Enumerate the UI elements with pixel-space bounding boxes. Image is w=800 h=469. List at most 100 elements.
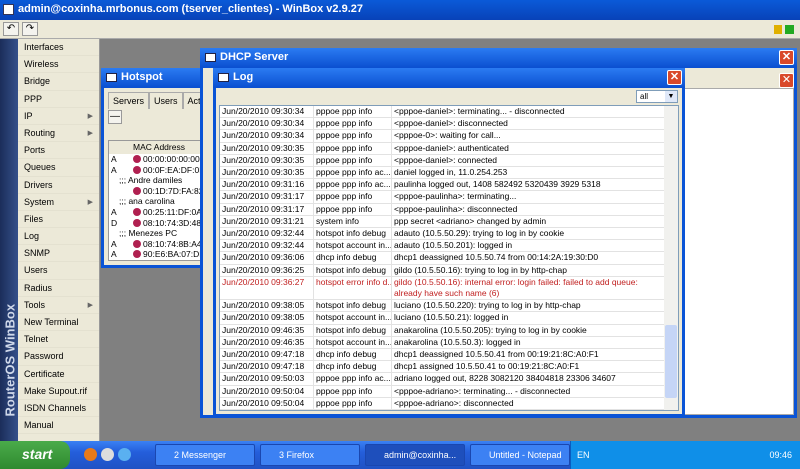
host-icon: [133, 155, 141, 163]
log-row[interactable]: Jun/20/2010 09:46:35 hotspot account in..…: [220, 336, 678, 350]
app-title: admin@coxinha.mrbonus.com (tserver_clien…: [18, 3, 364, 15]
sidebar-item-radius[interactable]: Radius: [18, 280, 99, 297]
sidebar-item-interfaces[interactable]: Interfaces: [18, 39, 99, 57]
taskbar-messenger[interactable]: 2 Messenger: [155, 444, 255, 466]
log-row[interactable]: Jun/20/2010 09:30:34 pppoe ppp info <pppoe…: [220, 130, 678, 143]
log-row[interactable]: Jun/20/2010 09:30:35 pppoe ppp info <pppoe…: [220, 142, 678, 155]
sidebar-item-system[interactable]: System ▶: [18, 194, 99, 211]
row-flag: A: [111, 164, 117, 175]
log-row[interactable]: Jun/20/2010 09:30:34 pppoe ppp info <pppoe…: [220, 106, 678, 119]
log-row[interactable]: Jun/20/2010 09:30:34 pppoe ppp info <pppoe…: [220, 118, 678, 131]
log-row[interactable]: Jun/20/2010 09:50:03 pppoe ppp info ac...…: [220, 373, 678, 386]
log-row[interactable]: Jun/20/2010 09:36:25 hotspot info debug gi…: [220, 264, 678, 277]
close-icon[interactable]: ✕: [779, 50, 794, 65]
log-row[interactable]: Jun/20/2010 09:47:18 dhcp info debug dhcp1…: [220, 349, 678, 362]
sidebar-item-isdn-channels[interactable]: ISDN Channels: [18, 400, 99, 418]
log-row[interactable]: Jun/20/2010 09:31:16 pppoe ppp info ac...…: [220, 179, 678, 192]
taskbar-firefox[interactable]: 3 Firefox: [260, 444, 360, 466]
redo-button[interactable]: ↷: [22, 22, 38, 36]
log-time: Jun/20/2010 09:30:34: [220, 106, 314, 118]
sidebar-item-ip[interactable]: IP ▶: [18, 108, 99, 125]
sidebar-item-make-supout-rif[interactable]: Make Supout.rif: [18, 383, 99, 400]
sidebar-item-label: Bridge: [24, 76, 51, 87]
log-row[interactable]: Jun/20/2010 09:30:35 pppoe ppp info ac...…: [220, 167, 678, 180]
sidebar-item-label: Manual: [24, 420, 54, 431]
sidebar-item-password[interactable]: Password: [18, 348, 99, 366]
browser-icon[interactable]: [101, 448, 114, 461]
log-topics: hotspot info debug: [314, 300, 392, 312]
sidebar-item-queues[interactable]: Queues: [18, 159, 99, 177]
log-message: <pppoe-daniel>: disconnected: [394, 118, 508, 129]
log-time: Jun/20/2010 09:47:18: [220, 361, 314, 373]
log-row[interactable]: Jun/20/2010 09:46:35 hotspot info debug an…: [220, 324, 678, 337]
sidebar-item-certificate[interactable]: Certificate: [18, 366, 99, 383]
log-row[interactable]: Jun/20/2010 09:50:04 pppoe ppp info <pppoe…: [220, 397, 678, 410]
log-time: Jun/20/2010 09:30:35: [220, 167, 314, 179]
sidebar-item-routing[interactable]: Routing ▶: [18, 125, 99, 143]
log-row[interactable]: Jun/20/2010 09:50:04 pppoe ppp info <pppoe…: [220, 385, 678, 398]
sidebar-item-users[interactable]: Users: [18, 262, 99, 280]
firefox-icon[interactable]: [84, 448, 97, 461]
sidebar-item-label: SNMP: [24, 248, 51, 259]
row-flag: A: [111, 206, 117, 217]
sidebar-item-ppp[interactable]: PPP: [18, 91, 99, 108]
undo-button[interactable]: ↶: [3, 22, 19, 36]
log-row[interactable]: Jun/20/2010 09:36:27 hotspot error info d…: [220, 276, 678, 301]
log-scrollbar[interactable]: [664, 106, 678, 410]
log-row[interactable]: Jun/20/2010 09:47:18 dhcp info debug dhcp1…: [220, 361, 678, 374]
sidebar-item-bridge[interactable]: Bridge: [18, 73, 99, 91]
close-icon[interactable]: ✕: [667, 70, 682, 85]
sidebar-item-telnet[interactable]: Telnet: [18, 331, 99, 349]
taskbar-notepad[interactable]: Untitled - Notepad: [470, 444, 570, 466]
log-titlebar[interactable]: Log ✕: [213, 68, 685, 88]
sidebar-item-new-terminal[interactable]: New Terminal: [18, 314, 99, 332]
taskbar-winbox[interactable]: admin@coxinha...: [365, 444, 465, 466]
log-topics: pppoe ppp info: [314, 154, 392, 167]
sidebar-item-wireless[interactable]: Wireless: [18, 56, 99, 74]
log-row[interactable]: Jun/20/2010 09:31:17 pppoe ppp info <pppoe…: [220, 203, 678, 216]
log-message: <pppoe-adriano>: terminating... - discon…: [394, 385, 571, 396]
log-time: Jun/20/2010 09:47:18: [220, 349, 314, 361]
log-row[interactable]: Jun/20/2010 09:30:35 pppoe ppp info <pppoe…: [220, 154, 678, 168]
sidebar-item-drivers[interactable]: Drivers: [18, 177, 99, 194]
log-row[interactable]: Jun/20/2010 09:32:44 hotspot info debug ad…: [220, 228, 678, 241]
log-row[interactable]: Jun/20/2010 09:38:05 hotspot info debug lu…: [220, 300, 678, 313]
sidebar-item-files[interactable]: Files: [18, 211, 99, 229]
ie-icon[interactable]: [118, 448, 131, 461]
brand-text: RouterOS WinBox: [2, 303, 18, 417]
sidebar-item-log[interactable]: Log: [18, 228, 99, 246]
close-icon[interactable]: ✕: [779, 73, 794, 88]
log-message: daniel logged in, 11.0.254.253: [394, 167, 508, 178]
log-row[interactable]: Jun/20/2010 09:31:21 system info ppp secre…: [220, 215, 678, 229]
log-topics: dhcp info debug: [314, 252, 392, 264]
toolbar: ↶ ↷: [0, 20, 800, 39]
language-indicator[interactable]: EN: [577, 450, 590, 460]
tab-users[interactable]: Users: [149, 92, 183, 109]
log-row[interactable]: Jun/20/2010 09:54:35dhcp info debugdhcp1…: [220, 410, 678, 411]
row-flag: A: [111, 154, 117, 164]
sidebar-item-snmp[interactable]: SNMP: [18, 245, 99, 263]
log-message: <pppoe-daniel>: connected: [394, 154, 498, 165]
log-filter-select[interactable]: all ▼: [636, 90, 678, 103]
sidebar-item-tools[interactable]: Tools ▶: [18, 297, 99, 314]
scroll-thumb[interactable]: [665, 324, 677, 398]
row-comment: ;;; Andre damiles: [119, 175, 183, 186]
host-icon: [133, 207, 141, 216]
log-time: Jun/20/2010 09:38:05: [220, 300, 314, 312]
taskbar: start 2 Messenger 3 Firefox admin@coxinh…: [0, 441, 800, 469]
log-row[interactable]: Jun/20/2010 09:31:17 pppoe ppp info <pppoe…: [220, 191, 678, 204]
sidebar-item-label: Make Supout.rif: [24, 385, 88, 396]
start-button[interactable]: start: [0, 441, 70, 469]
host-icon: [133, 218, 141, 227]
column-header-mac[interactable]: MAC Address: [133, 141, 185, 154]
tab-servers[interactable]: Servers: [108, 92, 150, 109]
sidebar-item-label: New Terminal: [24, 317, 79, 327]
sidebar-item-ports[interactable]: Ports: [18, 142, 99, 160]
log-row[interactable]: Jun/20/2010 09:38:05 hotspot account in..…: [220, 312, 678, 325]
log-row[interactable]: Jun/20/2010 09:36:06 dhcp info debug dhcp1…: [220, 252, 678, 265]
sidebar-item-manual[interactable]: Manual: [18, 417, 99, 435]
log-message: <pppoe-daniel>: authenticated: [394, 142, 509, 153]
remove-button[interactable]: —: [108, 110, 122, 124]
log-row[interactable]: Jun/20/2010 09:32:44 hotspot account in..…: [220, 240, 678, 253]
dhcp-titlebar[interactable]: DHCP Server ✕: [200, 48, 797, 68]
